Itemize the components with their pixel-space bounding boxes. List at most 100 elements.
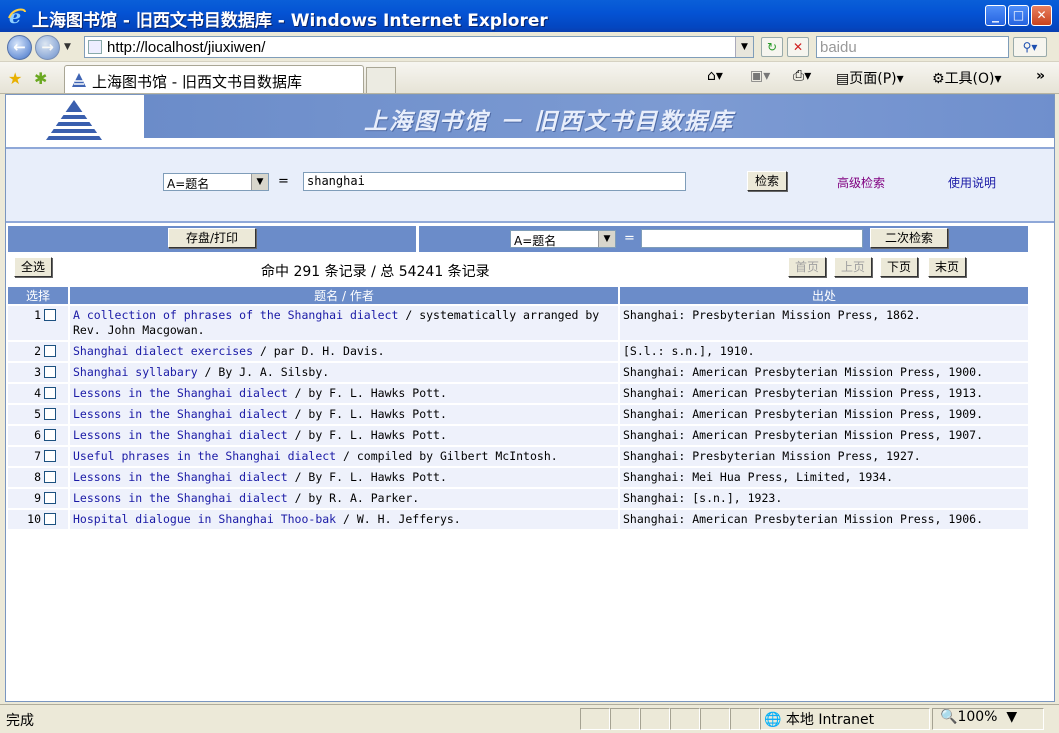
- equals-sign: =: [278, 174, 289, 189]
- row-title-cell: Lessons in the Shanghai dialect / by F. …: [70, 426, 620, 445]
- status-segment: [730, 708, 760, 730]
- globe-icon: 🌐: [764, 712, 782, 728]
- query-input[interactable]: shanghai: [303, 172, 686, 191]
- back-button[interactable]: ←: [7, 35, 32, 60]
- address-field[interactable]: http://localhost/jiuxiwen/ ▼: [84, 36, 754, 58]
- feeds-icon[interactable]: ▣▾: [750, 68, 770, 84]
- field-select[interactable]: A=题名 ▼: [163, 173, 269, 191]
- row-select-cell: 8: [8, 468, 70, 487]
- row-title-link[interactable]: Lessons in the Shanghai dialect: [73, 491, 288, 505]
- help-link[interactable]: 使用说明: [948, 174, 996, 191]
- row-title-link[interactable]: A collection of phrases of the Shanghai …: [73, 308, 398, 322]
- window-title: 上海图书馆 - 旧西文书目数据库 - Windows Internet Expl…: [32, 11, 548, 31]
- search-value: baidu: [820, 39, 857, 56]
- row-select-cell: 10: [8, 510, 70, 529]
- refresh-button[interactable]: ↻: [761, 37, 783, 57]
- row-author: / by F. L. Hawks Pott.: [287, 428, 447, 442]
- row-title-link[interactable]: Shanghai syllabary: [73, 365, 198, 379]
- table-row: 4 Lessons in the Shanghai dialect / by F.…: [8, 384, 1030, 403]
- banner-title: 上海图书馆 － 旧西文书目数据库: [364, 109, 735, 135]
- print-icon[interactable]: ⎙▾: [793, 68, 811, 84]
- row-publisher: Shanghai: [s.n.], 1923.: [620, 489, 1030, 508]
- row-checkbox[interactable]: [44, 366, 56, 378]
- zoom-control[interactable]: 🔍100% ▼: [940, 709, 1017, 725]
- row-title-link[interactable]: Shanghai dialect exercises: [73, 344, 253, 358]
- favorites-star-icon[interactable]: ★: [8, 69, 22, 88]
- row-select-cell: 4: [8, 384, 70, 403]
- page-menu[interactable]: ▤页面(P)▾: [836, 68, 904, 88]
- stop-button[interactable]: ✕: [787, 37, 809, 57]
- row-title-link[interactable]: Hospital dialogue in Shanghai Thoo-bak: [73, 512, 336, 526]
- first-page-button[interactable]: 首页: [788, 257, 826, 277]
- advanced-search-link[interactable]: 高级检索: [837, 174, 885, 191]
- stop-icon: ✕: [792, 40, 804, 54]
- last-page-button[interactable]: 末页: [928, 257, 966, 277]
- secondary-search-button[interactable]: 二次检索: [870, 228, 948, 248]
- add-favorites-icon[interactable]: ✱: [34, 69, 47, 88]
- row-title-cell: Shanghai syllabary / By J. A. Silsby.: [70, 363, 620, 382]
- maximize-button[interactable]: □: [1008, 5, 1029, 26]
- control-divider: [416, 226, 419, 252]
- select-all-button[interactable]: 全选: [14, 257, 52, 277]
- table-row: 10 Hospital dialogue in Shanghai Thoo-bak…: [8, 510, 1030, 529]
- window-title-bar[interactable]: e 上海图书馆 - 旧西文书目数据库 - Windows Internet Ex…: [0, 0, 1059, 32]
- forward-arrow-icon: →: [41, 38, 54, 56]
- next-page-button[interactable]: 下页: [880, 257, 918, 277]
- row-author: / par D. H. Davis.: [253, 344, 385, 358]
- row-select-cell: 5: [8, 405, 70, 424]
- forward-button[interactable]: →: [35, 35, 60, 60]
- tools-menu[interactable]: ⚙工具(O)▾: [932, 68, 1002, 88]
- new-tab-button[interactable]: [366, 67, 396, 93]
- zone-text: 本地 Intranet: [785, 712, 875, 728]
- header-publisher: 出处: [620, 287, 1030, 304]
- row-title-link[interactable]: Lessons in the Shanghai dialect: [73, 407, 288, 421]
- save-print-button[interactable]: 存盘/打印: [168, 228, 256, 248]
- row-publisher: Shanghai: Presbyterian Mission Press, 18…: [620, 306, 1030, 340]
- row-title-link[interactable]: Lessons in the Shanghai dialect: [73, 386, 288, 400]
- prev-page-button[interactable]: 上页: [834, 257, 872, 277]
- search-button[interactable]: ⚲▾: [1013, 37, 1047, 57]
- row-title-link[interactable]: Lessons in the Shanghai dialect: [73, 428, 288, 442]
- row-title-link[interactable]: Useful phrases in the Shanghai dialect: [73, 449, 336, 463]
- row-title-cell: Lessons in the Shanghai dialect / by F. …: [70, 384, 620, 403]
- history-dropdown-icon[interactable]: ▼: [64, 42, 71, 52]
- row-number: 10: [27, 512, 41, 526]
- table-row: 2 Shanghai dialect exercises / par D. H. …: [8, 342, 1030, 361]
- header-title: 题名 / 作者: [70, 287, 620, 304]
- search-submit-button[interactable]: 检索: [747, 171, 787, 191]
- row-select-cell: 1: [8, 306, 70, 340]
- chevron-more-icon[interactable]: »: [1036, 68, 1045, 84]
- row-checkbox[interactable]: [44, 492, 56, 504]
- address-dropdown-icon[interactable]: ▼: [735, 37, 753, 57]
- secondary-field-value: A=题名: [514, 234, 557, 248]
- zoom-value: 100%: [957, 709, 998, 725]
- row-title-cell: Lessons in the Shanghai dialect / by R. …: [70, 489, 620, 508]
- url-text: http://localhost/jiuxiwen/: [107, 39, 266, 56]
- row-publisher: Shanghai: American Presbyterian Mission …: [620, 510, 1030, 529]
- minimize-button[interactable]: _: [985, 5, 1006, 26]
- results-info-bar: 全选 命中 291 条记录 / 总 54241 条记录 首页 上页 下页 末页: [6, 255, 1054, 283]
- home-icon[interactable]: ⌂▾: [707, 68, 723, 84]
- row-checkbox[interactable]: [44, 408, 56, 420]
- secondary-field-select[interactable]: A=题名 ▼: [510, 230, 616, 248]
- row-title-link[interactable]: Lessons in the Shanghai dialect: [73, 470, 288, 484]
- tab-current[interactable]: 上海图书馆 - 旧西文书目数据库: [64, 65, 364, 93]
- secondary-query-input[interactable]: [641, 229, 863, 248]
- row-title-cell: Lessons in the Shanghai dialect / by F. …: [70, 405, 620, 424]
- row-checkbox[interactable]: [44, 513, 56, 525]
- row-checkbox[interactable]: [44, 309, 56, 321]
- row-checkbox[interactable]: [44, 450, 56, 462]
- row-checkbox[interactable]: [44, 345, 56, 357]
- row-publisher: Shanghai: American Presbyterian Mission …: [620, 384, 1030, 403]
- table-row: 3 Shanghai syllabary / By J. A. Silsby. Sh…: [8, 363, 1030, 382]
- row-checkbox[interactable]: [44, 387, 56, 399]
- search-panel: A=题名 ▼ = shanghai 检索 高级检索 使用说明: [6, 147, 1054, 223]
- search-input[interactable]: baidu: [816, 36, 1009, 58]
- row-number: 6: [34, 428, 41, 442]
- row-checkbox[interactable]: [44, 471, 56, 483]
- site-banner: 上海图书馆 － 旧西文书目数据库: [6, 95, 1054, 147]
- row-checkbox[interactable]: [44, 429, 56, 441]
- table-row: 6 Lessons in the Shanghai dialect / by F.…: [8, 426, 1030, 445]
- close-button[interactable]: ✕: [1031, 5, 1052, 26]
- row-title-cell: Shanghai dialect exercises / par D. H. D…: [70, 342, 620, 361]
